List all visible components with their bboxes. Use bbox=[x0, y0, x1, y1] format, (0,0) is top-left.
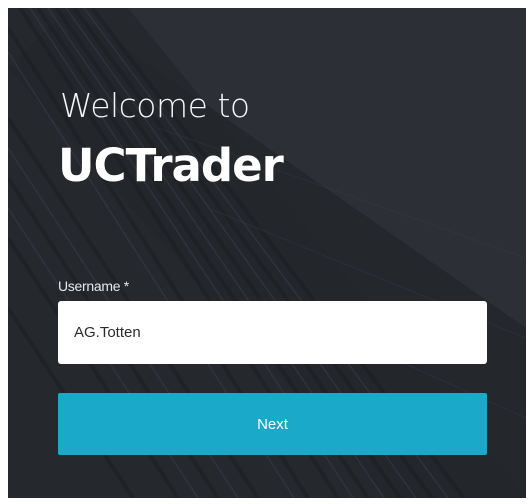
username-input[interactable] bbox=[58, 301, 487, 364]
brand-title: UCTrader bbox=[58, 139, 284, 192]
welcome-heading: Welcome to bbox=[60, 86, 250, 125]
next-button[interactable]: Next bbox=[58, 393, 487, 455]
username-label: Username * bbox=[58, 278, 129, 294]
login-panel: Welcome to UCTrader Username * Next bbox=[8, 8, 526, 498]
